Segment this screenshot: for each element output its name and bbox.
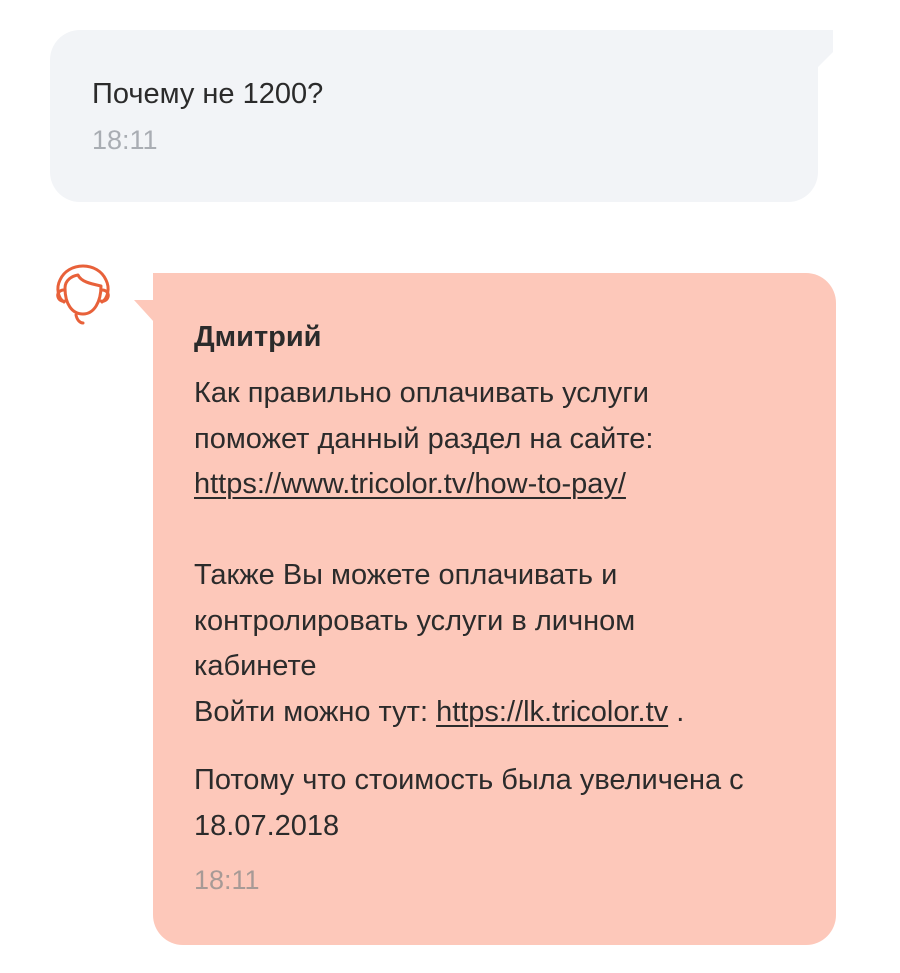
message-line: контролировать услуги в личном — [194, 604, 636, 637]
message-line: Как правильно оплачивать услуги — [194, 377, 650, 409]
personal-account-link[interactable]: https://lk.tricolor.tv — [436, 696, 668, 728]
login-prefix: Войти можно тут: — [194, 695, 437, 728]
login-suffix: . — [668, 695, 685, 728]
sender-name: Дмитрий — [194, 321, 322, 353]
incoming-message-bubble[interactable]: Дмитрий Как правильно оплачивать услуги … — [153, 273, 836, 945]
outgoing-message-time: 18:11 — [92, 125, 158, 155]
incoming-bubble-tail — [134, 300, 154, 322]
login-line: Войти можно тут: https://lk.tricolor.tv … — [194, 690, 814, 736]
message-line: кабинете — [194, 650, 317, 682]
how-to-pay-link[interactable]: https://www.tricolor.tv/how-to-pay/ — [194, 468, 626, 500]
message-line: Потому что стоимость была увеличена с — [194, 764, 744, 796]
outgoing-message-bubble[interactable]: Почему не 1200? 18:11 — [50, 30, 818, 202]
outgoing-message-text: Почему не 1200? — [92, 78, 324, 110]
operator-avatar-icon — [50, 262, 116, 328]
message-line: Также Вы можете оплачивать и — [194, 559, 618, 591]
message-line: поможет данный раздел на сайте: — [194, 422, 654, 455]
incoming-message-time: 18:11 — [194, 865, 260, 895]
message-line: 18.07.2018 — [194, 809, 340, 842]
